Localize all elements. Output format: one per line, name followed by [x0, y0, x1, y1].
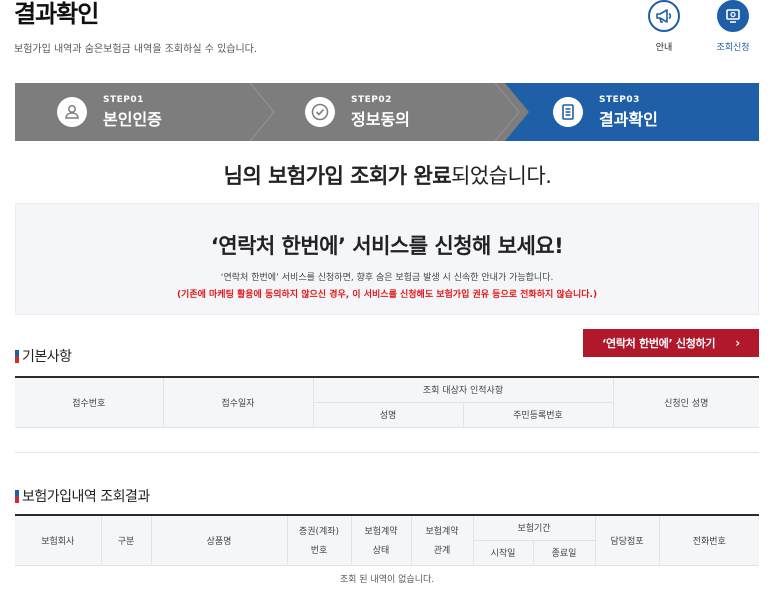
check-circle-icon	[305, 97, 335, 127]
promo-description: ‘연락처 한번에’ 서비스를 신청하면, 향후 숨은 보험금 발생 시 신속한 …	[220, 273, 554, 283]
step-number: STEP02	[351, 94, 392, 105]
inquiry-apply-button[interactable]: 조회신청	[713, 0, 753, 53]
header-branch: 담당점포	[594, 515, 659, 566]
header-contract-status: 보험계약 상태	[350, 515, 411, 566]
completion-prefix: 님의	[223, 164, 269, 188]
header-policy-no: 증권(계좌) 번호	[286, 515, 351, 566]
completion-message: 님의 보험가입 조회가 완료되었습니다.	[0, 160, 775, 190]
completion-highlight: 보험가입 조회가 완료	[268, 164, 452, 188]
step-info-consent: STEP02 정보동의	[305, 83, 410, 141]
contact-service-apply-button[interactable]: ‘연락처 한번에’ 신청하기 ›	[583, 329, 759, 357]
section-title-text: 기본사항	[22, 349, 72, 365]
guide-button[interactable]: 안내	[644, 0, 684, 53]
header-applicant-name: 신청인 성명	[612, 377, 759, 428]
table-row	[15, 427, 759, 453]
section-marker-icon	[15, 349, 19, 363]
header-contract-relation: 보험계약 관계	[410, 515, 473, 566]
contact-service-promo: ‘연락처 한번에’ 서비스를 신청해 보세요! ‘연락처 한번에’ 서비스를 신…	[15, 203, 759, 315]
header-receipt-date: 접수일자	[162, 377, 313, 428]
section-title-text: 보험가입내역 조회결과	[22, 489, 150, 505]
page-title: 결과확인	[14, 0, 99, 28]
page-description: 보험가입 내역과 숨은보험금 내역을 조회하실 수 있습니다.	[14, 44, 258, 55]
section-title-basic-info: 기본사항	[15, 346, 72, 366]
chevron-right-icon: ›	[735, 336, 740, 350]
basic-info-table: 접수번호 접수일자 조회 대상자 인적사항 신청인 성명 성명 주민등록번호	[15, 376, 759, 453]
step-name: 본인인증	[103, 109, 162, 129]
header-period: 보험기간	[472, 515, 595, 541]
document-icon	[553, 97, 583, 127]
step-progress: STEP01 본인인증 STEP02 정보동의 STEP03 결과확인	[15, 83, 759, 141]
guide-label: 안내	[655, 43, 673, 53]
step-number: STEP01	[103, 94, 144, 105]
section-title-insurance-results: 보험가입내역 조회결과	[15, 486, 150, 506]
step-result-check: STEP03 결과확인	[553, 83, 658, 141]
header-product: 상품명	[150, 515, 287, 566]
promo-title: ‘연락처 한번에’ 서비스를 신청해 보세요!	[210, 234, 564, 258]
section-marker-icon	[15, 489, 19, 503]
step-identity-verification: STEP01 본인인증	[57, 83, 162, 141]
completion-suffix: 되었습니다.	[451, 164, 552, 188]
person-icon	[57, 97, 87, 127]
inquiry-apply-label: 조회신청	[716, 43, 750, 53]
apply-button-label: ‘연락처 한번에’ 신청하기	[602, 337, 716, 350]
step-number: STEP03	[599, 94, 640, 105]
promo-warning: (기존에 마케팅 활용에 동의하지 않으신 경우, 이 서비스를 신청해도 보험…	[176, 290, 598, 300]
monitor-icon	[717, 0, 749, 32]
step-name: 정보동의	[351, 109, 410, 129]
step-separator-icon	[249, 83, 275, 141]
header-name: 성명	[312, 402, 463, 428]
table-row: 조회 된 내역이 없습니다.	[15, 565, 759, 590]
header-receipt-no: 접수번호	[15, 377, 163, 428]
step-name: 결과확인	[599, 109, 658, 129]
header-start-date: 시작일	[472, 540, 533, 566]
header-target-info: 조회 대상자 인적사항	[312, 377, 613, 403]
header-category: 구분	[100, 515, 151, 566]
header-phone: 전화번호	[658, 515, 759, 566]
header-rrn: 주민등록번호	[462, 402, 613, 428]
insurance-results-table: 보험회사 구분 상품명 증권(계좌) 번호 보험계약 상태 보험계약 관계 보험기간 …	[15, 514, 759, 590]
header-end-date: 종료일	[532, 540, 595, 566]
empty-results-message: 조회 된 내역이 없습니다.	[15, 565, 759, 590]
megaphone-icon	[648, 0, 680, 32]
header-company: 보험회사	[15, 515, 101, 566]
step-separator-icon	[494, 83, 520, 141]
